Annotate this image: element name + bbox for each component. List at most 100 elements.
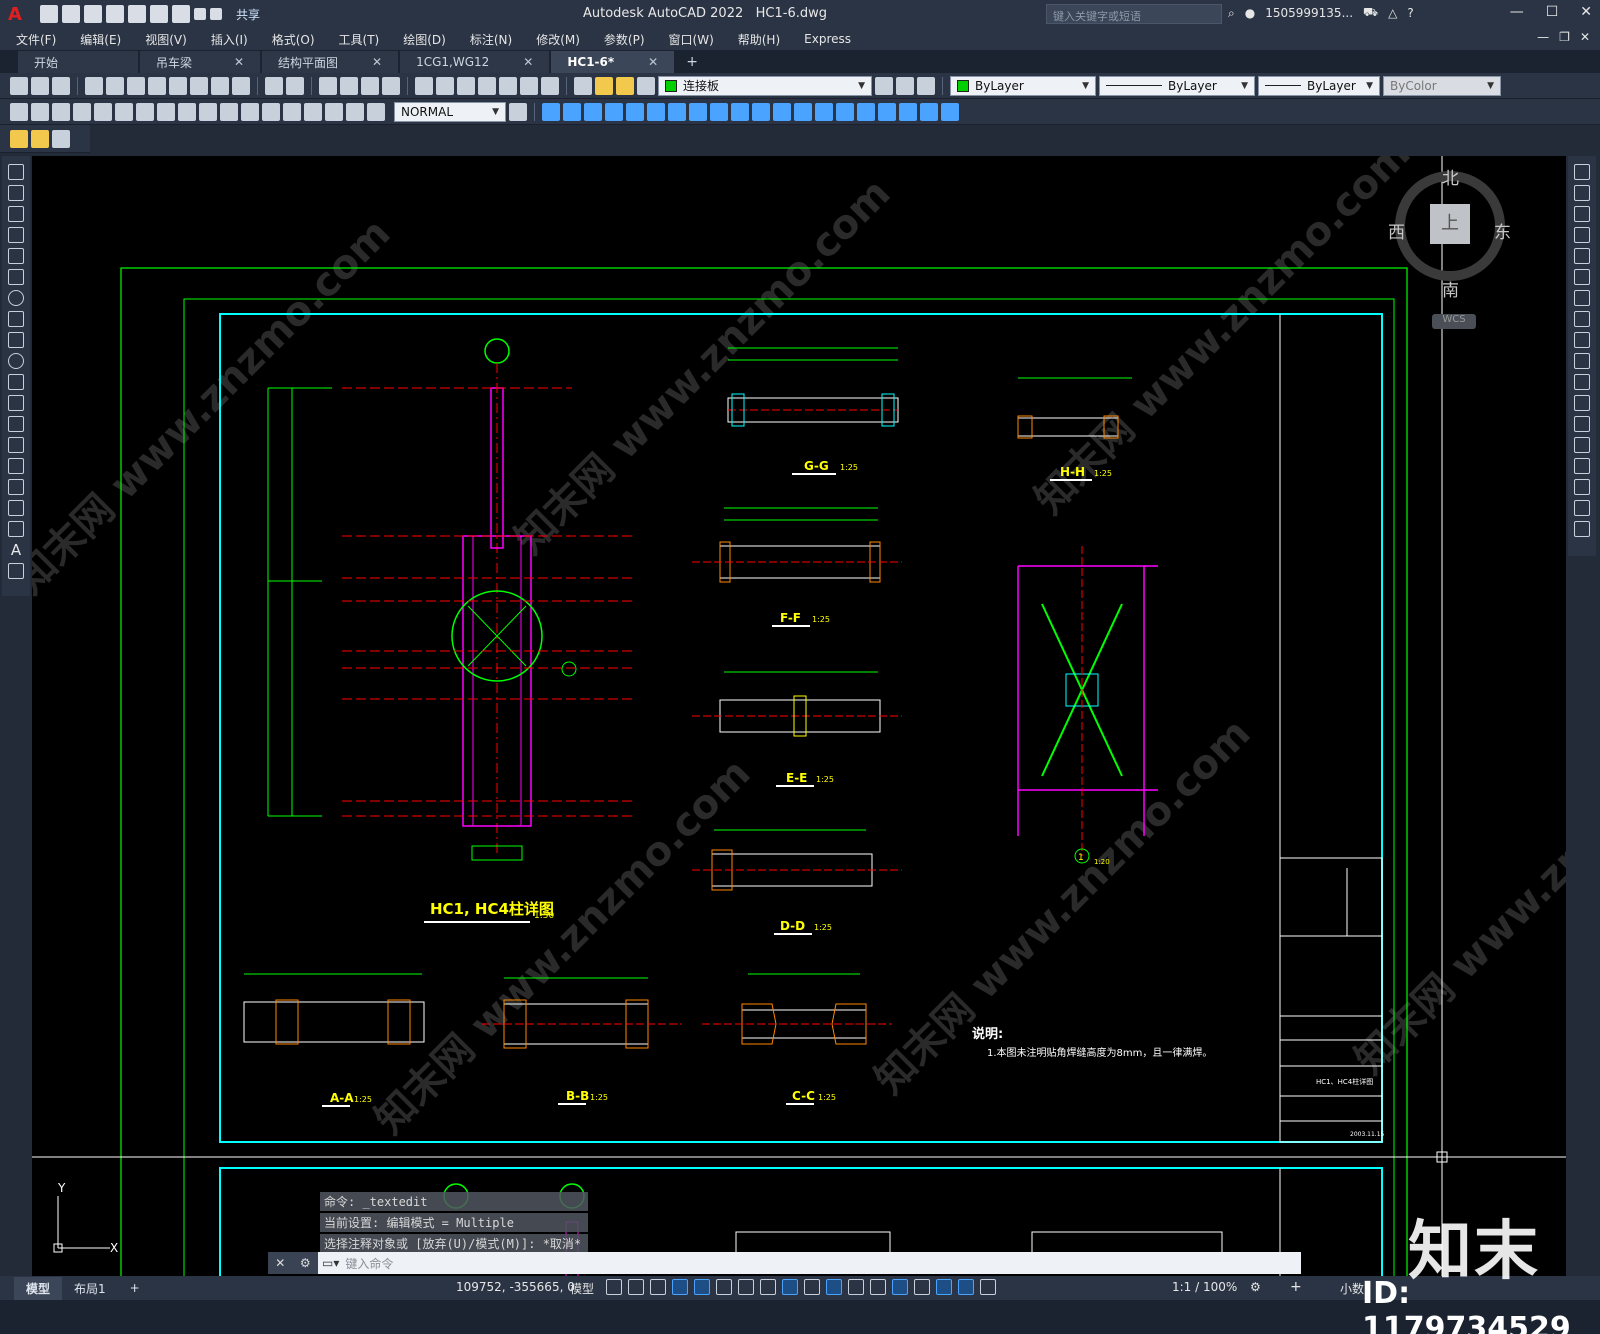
join-icon[interactable] — [1574, 437, 1590, 453]
save-icon[interactable] — [52, 76, 70, 95]
aligned-dim-icon[interactable] — [31, 102, 49, 121]
dim-space-icon[interactable] — [241, 102, 259, 121]
make-current-icon[interactable] — [875, 76, 893, 95]
make-block-icon[interactable] — [8, 416, 24, 432]
menu-item[interactable]: 窗口(W) — [669, 31, 714, 48]
dynamic-input-icon[interactable] — [672, 1279, 688, 1295]
menu-item[interactable]: 插入(I) — [211, 31, 248, 48]
coordinates-readout[interactable]: 109752, -355665, 0 — [456, 1280, 575, 1294]
blend-icon[interactable] — [1574, 500, 1590, 516]
3d-osnap-icon[interactable] — [870, 1279, 886, 1295]
menu-item[interactable]: 格式(O) — [272, 31, 315, 48]
menu-item[interactable]: 标注(N) — [470, 31, 512, 48]
chamfer-icon[interactable] — [815, 102, 833, 121]
ordinate-dim-icon[interactable] — [73, 102, 91, 121]
user-name[interactable]: 1505999135... — [1265, 6, 1353, 20]
baseline-dim-icon[interactable] — [199, 102, 217, 121]
lineweight-dropdown[interactable]: ByLayer ▼ — [1258, 75, 1380, 96]
gizmo-icon[interactable] — [936, 1279, 952, 1295]
viewcube-south[interactable]: 南 — [1442, 276, 1459, 301]
annotation-scale[interactable]: 1:1 / 100% — [1172, 1280, 1237, 1294]
dim-edit-icon[interactable] — [346, 102, 364, 121]
properties-icon[interactable] — [415, 76, 433, 95]
maximize-button[interactable]: ☐ — [1546, 4, 1559, 20]
extend-icon[interactable] — [752, 102, 770, 121]
inspection-icon[interactable] — [304, 102, 322, 121]
menu-item[interactable]: 视图(V) — [145, 31, 187, 48]
close-tab-icon[interactable]: ✕ — [523, 55, 533, 69]
hatch-icon[interactable] — [8, 458, 24, 474]
markup-icon[interactable] — [499, 76, 517, 95]
zoom-previous-icon[interactable] — [382, 76, 400, 95]
plotstyle-dropdown[interactable]: ByColor ▼ — [1383, 75, 1501, 96]
open-icon[interactable] — [62, 5, 80, 23]
layer-lock-icon[interactable] — [637, 76, 655, 95]
lineweight-icon[interactable] — [804, 1279, 820, 1295]
viewcube-east[interactable]: 东 — [1494, 218, 1511, 243]
close-button[interactable]: ✕ — [1580, 4, 1592, 20]
save-web-icon[interactable] — [150, 5, 168, 23]
stretch-icon[interactable] — [1574, 332, 1590, 348]
layer-dropdown[interactable]: 连接板 ▼ — [658, 75, 872, 96]
open-icon[interactable] — [31, 76, 49, 95]
new-icon[interactable] — [40, 5, 58, 23]
doc-close-button[interactable]: ✕ — [1580, 30, 1590, 44]
linear-dim-icon[interactable] — [10, 102, 28, 121]
close-tab-icon[interactable]: ✕ — [372, 55, 382, 69]
wcs-menu[interactable]: WCS — [1432, 314, 1476, 329]
file-tab[interactable]: 开始 — [18, 51, 138, 73]
file-tab[interactable]: 结构平面图 ✕ — [262, 51, 399, 73]
layer-thaw-icon[interactable] — [616, 76, 634, 95]
viewcube-west[interactable]: 西 — [1388, 218, 1405, 243]
radius-dim-icon[interactable] — [94, 102, 112, 121]
circle-icon[interactable] — [8, 290, 24, 306]
tolerance-icon[interactable] — [262, 102, 280, 121]
polygon-icon[interactable] — [8, 227, 24, 243]
plot-preview-icon[interactable] — [106, 76, 124, 95]
arc-icon[interactable] — [8, 269, 24, 285]
draworder-icon[interactable] — [920, 102, 938, 121]
publish-icon[interactable] — [127, 76, 145, 95]
file-tab[interactable]: HC1-6* ✕ — [551, 51, 675, 73]
cart-icon[interactable]: ⛟ — [1363, 5, 1378, 21]
wrench-icon[interactable]: ⚙ — [300, 1256, 311, 1270]
menu-item[interactable]: 参数(P) — [604, 31, 645, 48]
menu-item[interactable]: 帮助(H) — [738, 31, 780, 48]
units-readout[interactable]: 小数 — [1340, 1280, 1364, 1297]
erase-icon[interactable] — [542, 102, 560, 121]
erase-icon[interactable] — [1574, 164, 1590, 180]
break-icon[interactable] — [1574, 416, 1590, 432]
polar-icon[interactable] — [716, 1279, 732, 1295]
line-icon[interactable] — [8, 164, 24, 180]
continue-dim-icon[interactable] — [220, 102, 238, 121]
add-layout-button[interactable]: + — [118, 1278, 152, 1298]
group-icon[interactable] — [878, 102, 896, 121]
color-dropdown[interactable]: ByLayer ▼ — [950, 75, 1096, 96]
isodraft-icon[interactable] — [738, 1279, 754, 1295]
gradient-icon[interactable] — [8, 479, 24, 495]
extend-icon[interactable] — [1574, 374, 1590, 390]
rectangle-icon[interactable] — [8, 248, 24, 264]
file-tab[interactable]: 1CG1,WG12 ✕ — [400, 51, 550, 73]
jogged-linear-icon[interactable] — [325, 102, 343, 121]
spline-icon[interactable] — [8, 332, 24, 348]
menu-item[interactable]: 工具(T) — [339, 31, 380, 48]
zoom-window-icon[interactable] — [361, 76, 379, 95]
annotation-visibility-icon[interactable] — [958, 1279, 974, 1295]
doc-restore-button[interactable]: ❐ — [1559, 30, 1570, 44]
offset-icon[interactable] — [1574, 227, 1590, 243]
jogged-dim-icon[interactable] — [115, 102, 133, 121]
redo-icon[interactable] — [286, 76, 304, 95]
search-icon[interactable]: ⌕ — [1228, 6, 1235, 21]
plot-icon[interactable] — [172, 5, 190, 23]
array-icon[interactable] — [1574, 248, 1590, 264]
add-selected-icon[interactable] — [8, 563, 24, 579]
tab-layout1[interactable]: 布局1 — [62, 1277, 118, 1300]
move-icon[interactable] — [1574, 269, 1590, 285]
block-editor-icon[interactable] — [10, 129, 28, 148]
selection-cycling-icon[interactable] — [848, 1279, 864, 1295]
viewcube[interactable]: 北 南 东 西 上 — [1384, 156, 1518, 301]
doc-minimize-button[interactable]: — — [1537, 30, 1549, 44]
stretch-icon[interactable] — [710, 102, 728, 121]
menu-item[interactable]: Express — [804, 32, 851, 46]
